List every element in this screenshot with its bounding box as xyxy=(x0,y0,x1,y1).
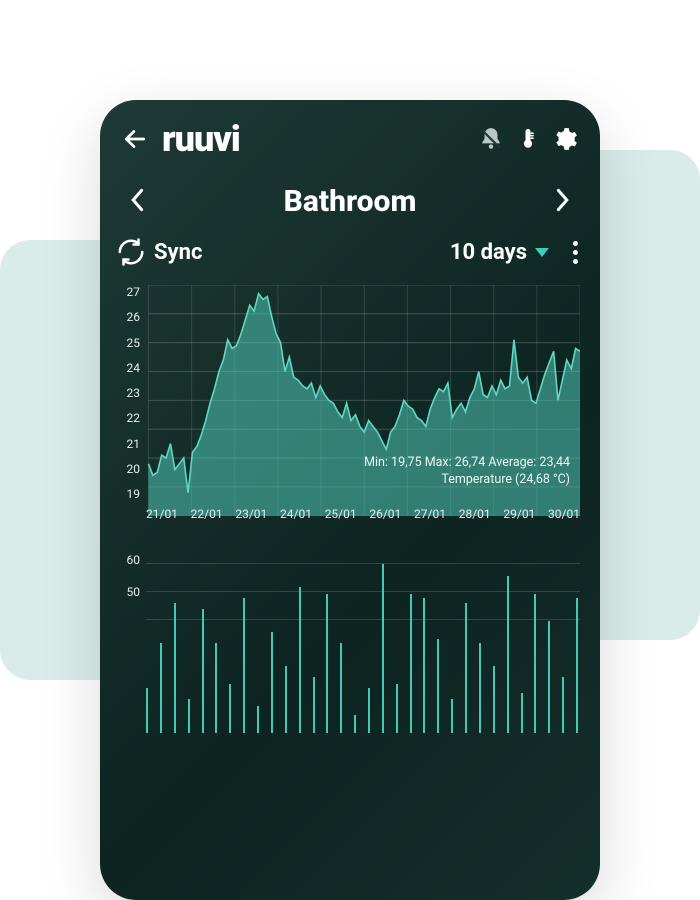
phone-frame: ruuvi Bathroom xyxy=(100,100,600,900)
more-menu-button[interactable] xyxy=(573,241,578,264)
secondary-chart[interactable]: 6050 xyxy=(110,533,580,733)
action-row: Sync 10 days xyxy=(100,227,600,275)
back-button[interactable] xyxy=(122,126,148,152)
range-selector[interactable]: 10 days xyxy=(450,240,549,265)
app-logo: ruuvi xyxy=(162,118,464,160)
thermometer-icon[interactable] xyxy=(518,129,538,149)
sync-button[interactable]: Sync xyxy=(116,237,202,267)
chart2-y-ticks: 6050 xyxy=(116,553,140,599)
sync-label: Sync xyxy=(154,240,202,265)
sensor-title: Bathroom xyxy=(284,184,417,219)
prev-sensor-button[interactable] xyxy=(130,188,146,216)
temperature-chart[interactable]: 272625242322212019 Min: 19,75 Max: 26,74… xyxy=(110,285,580,525)
sensor-title-row: Bathroom xyxy=(100,170,600,227)
chart-x-ticks: 21/0122/0123/0124/0125/0126/0127/0128/01… xyxy=(146,507,580,521)
sync-icon xyxy=(116,237,146,267)
next-sensor-button[interactable] xyxy=(554,188,570,216)
chart-stats: Min: 19,75 Max: 26,74 Average: 23,44 Tem… xyxy=(364,455,570,487)
app-top-bar: ruuvi xyxy=(100,100,600,170)
chevron-down-icon xyxy=(535,248,549,257)
chart-y-ticks: 272625242322212019 xyxy=(116,285,140,501)
settings-icon[interactable] xyxy=(552,126,578,152)
range-label: 10 days xyxy=(450,240,527,265)
notifications-icon[interactable] xyxy=(478,126,504,152)
